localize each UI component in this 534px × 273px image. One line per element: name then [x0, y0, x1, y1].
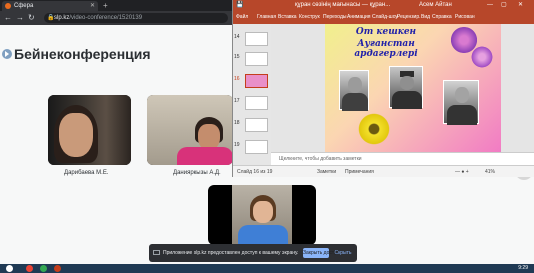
tab-insert[interactable]: Вставка — [278, 11, 297, 24]
clock: 9:29 — [518, 265, 528, 271]
sunflower-decoration — [355, 110, 393, 148]
browser-tab-title: Сфера — [14, 3, 34, 9]
notes-toggle[interactable]: Заметки — [317, 166, 336, 178]
new-tab-icon[interactable]: + — [103, 0, 108, 11]
windows-taskbar: 9:29 — [0, 264, 534, 273]
participant-name: Дарибаева М.Е. — [64, 170, 109, 176]
save-icon[interactable]: 💾 — [236, 0, 243, 11]
slide-thumbnail[interactable] — [245, 52, 268, 66]
forward-icon[interactable]: → — [16, 12, 24, 24]
slide-number: 17 — [234, 98, 240, 104]
screen-share-bar: Приложение slp.kz предоставлен доступ к … — [149, 244, 357, 262]
tab-slideshow[interactable]: Слайд-шоу — [372, 11, 398, 24]
minimize-icon[interactable]: — — [487, 0, 493, 11]
slide-title-line-2: Ауғанстан ардагерлері — [354, 39, 418, 59]
document-title: құран сөзінің мағынасы — құран... — [295, 2, 391, 8]
slide-thumbnail-active[interactable] — [245, 74, 268, 88]
veteran-photo — [339, 70, 369, 111]
slide-number: 15 — [234, 54, 240, 60]
participant-face — [253, 201, 273, 223]
slide-thumbnail-rail: 14 15 16 17 18 19 — [233, 24, 271, 165]
lock-icon: 🔒 — [47, 15, 55, 21]
zoom-level[interactable]: 41% — [485, 166, 495, 178]
browser-toolbar: ← → ↻ 🔒 slp.kz/video-conference/1520139 — [0, 11, 232, 25]
share-message: Приложение slp.kz предоставлен доступ к … — [163, 250, 299, 256]
slide-counter: Слайд 16 из 19 — [237, 169, 273, 175]
address-bar[interactable]: 🔒 slp.kz/video-conference/1520139 — [44, 13, 228, 23]
screen: { "browser": { "tab_title": "Сфера", "ur… — [0, 0, 534, 273]
slide-number: 14 — [234, 34, 240, 40]
participant-clothing — [238, 225, 288, 245]
url-path: /video-conference/1520139 — [69, 15, 143, 21]
ppt-title-bar: 💾 құран сөзінің мағынасы — құран... Асем… — [233, 0, 534, 11]
maximize-icon[interactable]: ▢ — [501, 0, 507, 11]
tab-home[interactable]: Главная — [257, 11, 276, 24]
powerpoint-icon[interactable] — [54, 265, 61, 272]
veteran-photo — [443, 80, 479, 125]
self-video-tile[interactable] — [208, 185, 316, 245]
comments-toggle[interactable]: Примечания — [345, 166, 374, 178]
tab-transitions[interactable]: Переходы — [323, 11, 346, 24]
hide-button[interactable]: Скрыть — [333, 248, 353, 258]
participant-clothing — [177, 147, 233, 165]
browser-tab[interactable]: Сфера ✕ — [2, 1, 98, 11]
start-icon[interactable] — [6, 265, 13, 272]
page-title: Бейнеконференция — [14, 46, 151, 62]
participant-face — [59, 113, 93, 157]
slide-thumbnail[interactable] — [245, 96, 268, 110]
tab-animations[interactable]: Анимация — [347, 11, 370, 24]
tab-close-icon[interactable]: ✕ — [90, 1, 95, 11]
ppt-status-bar: Слайд 16 из 19 Заметки Примечания — ● + … — [233, 165, 534, 177]
slide-title-line-1: От кешкен — [355, 27, 417, 37]
browser-tab-strip: Сфера ✕ + — [0, 0, 232, 11]
screen-share-icon — [153, 250, 160, 255]
slide-thumbnail[interactable] — [245, 118, 268, 132]
back-icon[interactable]: ← — [4, 12, 12, 24]
participant-video-tile[interactable] — [48, 95, 131, 165]
slide-thumbnail[interactable] — [245, 32, 268, 46]
powerpoint-window: 💾 құран сөзінің мағынасы — құран... Асем… — [232, 0, 534, 180]
play-circle-icon — [2, 49, 12, 59]
url-domain: slp.kz — [54, 15, 70, 21]
slide-number: 19 — [234, 142, 240, 148]
reload-icon[interactable]: ↻ — [28, 12, 35, 24]
site-favicon-icon — [5, 3, 11, 9]
tab-review[interactable]: Рецензир. — [397, 11, 421, 24]
veteran-photo — [389, 66, 423, 109]
slide-number: 18 — [234, 120, 240, 126]
tab-help[interactable]: Справка — [432, 11, 452, 24]
participant-name: Данияркызы А.Д. — [173, 170, 221, 176]
tab-design[interactable]: Конструк — [299, 11, 320, 24]
flower-decoration — [469, 46, 495, 68]
slide-number-active: 16 — [234, 76, 240, 82]
slide-thumbnail[interactable] — [245, 140, 268, 154]
app-icon[interactable] — [40, 265, 47, 272]
user-name: Асем Айтан — [419, 2, 452, 8]
tab-view[interactable]: Вид — [421, 11, 430, 24]
notes-pane[interactable]: Щелкните, чтобы добавить заметки — [271, 152, 534, 165]
close-icon[interactable]: ✕ — [518, 0, 523, 11]
ribbon-tabs: Файл Главная Вставка Конструк Переходы А… — [233, 11, 534, 24]
stop-sharing-button[interactable]: Закрыть доступ — [303, 248, 339, 258]
tab-draw[interactable]: Рисован — [455, 11, 475, 24]
tab-file[interactable]: Файл — [236, 11, 248, 24]
slide-editor: От кешкен Ауғанстан ардагерлері › — [271, 24, 534, 180]
chrome-icon[interactable] — [26, 265, 33, 272]
participant-video-tile[interactable] — [147, 95, 233, 165]
current-slide[interactable]: От кешкен Ауғанстан ардагерлері — [325, 24, 501, 152]
zoom-slider-icon[interactable]: — ● + — [455, 166, 469, 178]
